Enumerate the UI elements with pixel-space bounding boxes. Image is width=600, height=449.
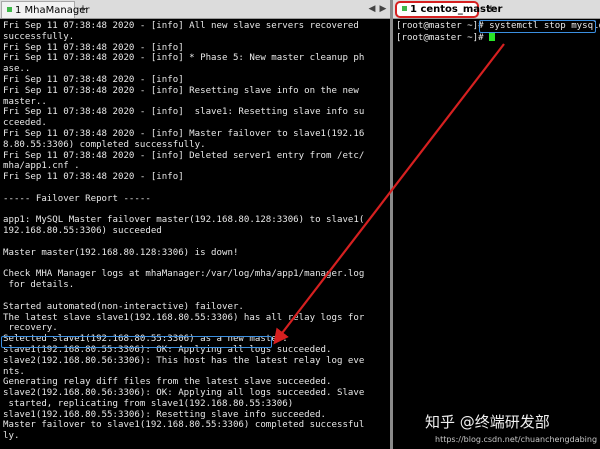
terminal-line: Fri Sep 11 07:38:48 2020 - [info] Master… (3, 128, 365, 139)
terminal-line: slave2(192.168.80.56:3306): OK: Applying… (3, 388, 365, 399)
terminal-line: mha/app1.cnf . (3, 161, 80, 172)
terminal-line: ase.. (3, 64, 31, 75)
mha-manager-pane[interactable]: 1 MhaManager + ◀ ▶ Fri Sep 11 07:38:48 2… (0, 0, 390, 449)
terminal-line: app1: MySQL Master failover master(192.1… (3, 215, 365, 226)
right-tab-bar: 1 centos_master + (393, 0, 600, 19)
terminal-line: The latest slave slave1(192.168.80.55:33… (3, 312, 365, 323)
terminal-line: 8.80.55:3306) completed successfully. (3, 139, 206, 150)
terminal-line: Generating relay diff files from the lat… (3, 377, 332, 388)
terminal-line: Fri Sep 11 07:38:48 2020 - [info] (3, 74, 184, 85)
tab-centos-master[interactable]: 1 centos_master (395, 1, 503, 18)
terminal-cursor (489, 31, 496, 41)
terminal-line: nts. (3, 366, 25, 377)
terminal-line: ly. (3, 431, 20, 442)
terminal-line: Started automated(non-interactive) failo… (3, 301, 244, 312)
mha-terminal-output[interactable]: Fri Sep 11 07:38:48 2020 - [info] All ne… (3, 21, 388, 449)
centos-terminal-output[interactable]: [root@master ~]# systemctl stop mysqld [… (396, 21, 600, 449)
connected-status-icon (402, 6, 407, 11)
terminal-line: for details. (3, 280, 75, 291)
terminal-line: ----- Failover Report ----- (3, 193, 151, 204)
terminal-line: Master failover to slave1(192.168.80.55:… (3, 420, 365, 431)
shell-prompt: [root@master ~]# (396, 32, 490, 43)
terminal-line: master.. (3, 96, 47, 107)
left-tab-bar: 1 MhaManager + ◀ ▶ (0, 0, 390, 19)
terminal-line: 192.168.80.55:3306) succeeded (3, 226, 162, 237)
terminal-line: Fri Sep 11 07:38:48 2020 - [info] (3, 172, 184, 183)
terminal-line: cceeded. (3, 118, 47, 129)
tab-scroll-right-icon[interactable]: ▶ (378, 3, 388, 15)
watermark-url: https://blog.csdn.net/chuanchengdabing (435, 435, 598, 444)
centos-master-pane[interactable]: 1 centos_master + [root@master ~]# syste… (393, 0, 600, 449)
tab-mhamanager[interactable]: 1 MhaManager (1, 1, 89, 18)
terminal-line: started, replicating from slave1(192.168… (3, 398, 294, 409)
terminal-line: Fri Sep 11 07:38:48 2020 - [info] slave1… (3, 107, 365, 118)
terminal-line: Master master(192.168.80.128:3306) is do… (3, 247, 239, 258)
watermark: 知乎 @终端研发部 https://blog.csdn.net/chuanche… (425, 405, 600, 449)
terminal-line: Check MHA Manager logs at mhaManager:/va… (3, 269, 365, 280)
add-tab-icon[interactable]: + (485, 3, 497, 15)
selected-master-highlight (1, 336, 272, 348)
terminal-line: Fri Sep 11 07:38:48 2020 - [info] * Phas… (3, 53, 365, 64)
terminal-line: successfully. (3, 31, 75, 42)
watermark-title: 知乎 @终端研发部 (425, 413, 550, 431)
stop-command-highlight (479, 20, 596, 33)
terminal-line: Fri Sep 11 07:38:48 2020 - [info] (3, 42, 184, 53)
terminal-line: Fri Sep 11 07:38:48 2020 - [info] Delete… (3, 150, 365, 161)
terminal-line: recovery. (3, 323, 58, 334)
terminal-line: slave2(192.168.80.56:3306): This host ha… (3, 355, 365, 366)
tab-scroll-left-icon[interactable]: ◀ (367, 3, 377, 15)
add-tab-icon[interactable]: + (77, 3, 89, 15)
terminal-line: Fri Sep 11 07:38:48 2020 - [info] Resett… (3, 85, 359, 96)
connected-status-icon (7, 7, 12, 12)
terminal-line: slave1(192.168.80.55:3306): Resetting sl… (3, 409, 327, 420)
shell-prompt: [root@master ~]# (396, 21, 490, 31)
terminal-line: Fri Sep 11 07:38:48 2020 - [info] All ne… (3, 21, 359, 31)
terminal-line: [root@master ~]# (396, 31, 598, 43)
